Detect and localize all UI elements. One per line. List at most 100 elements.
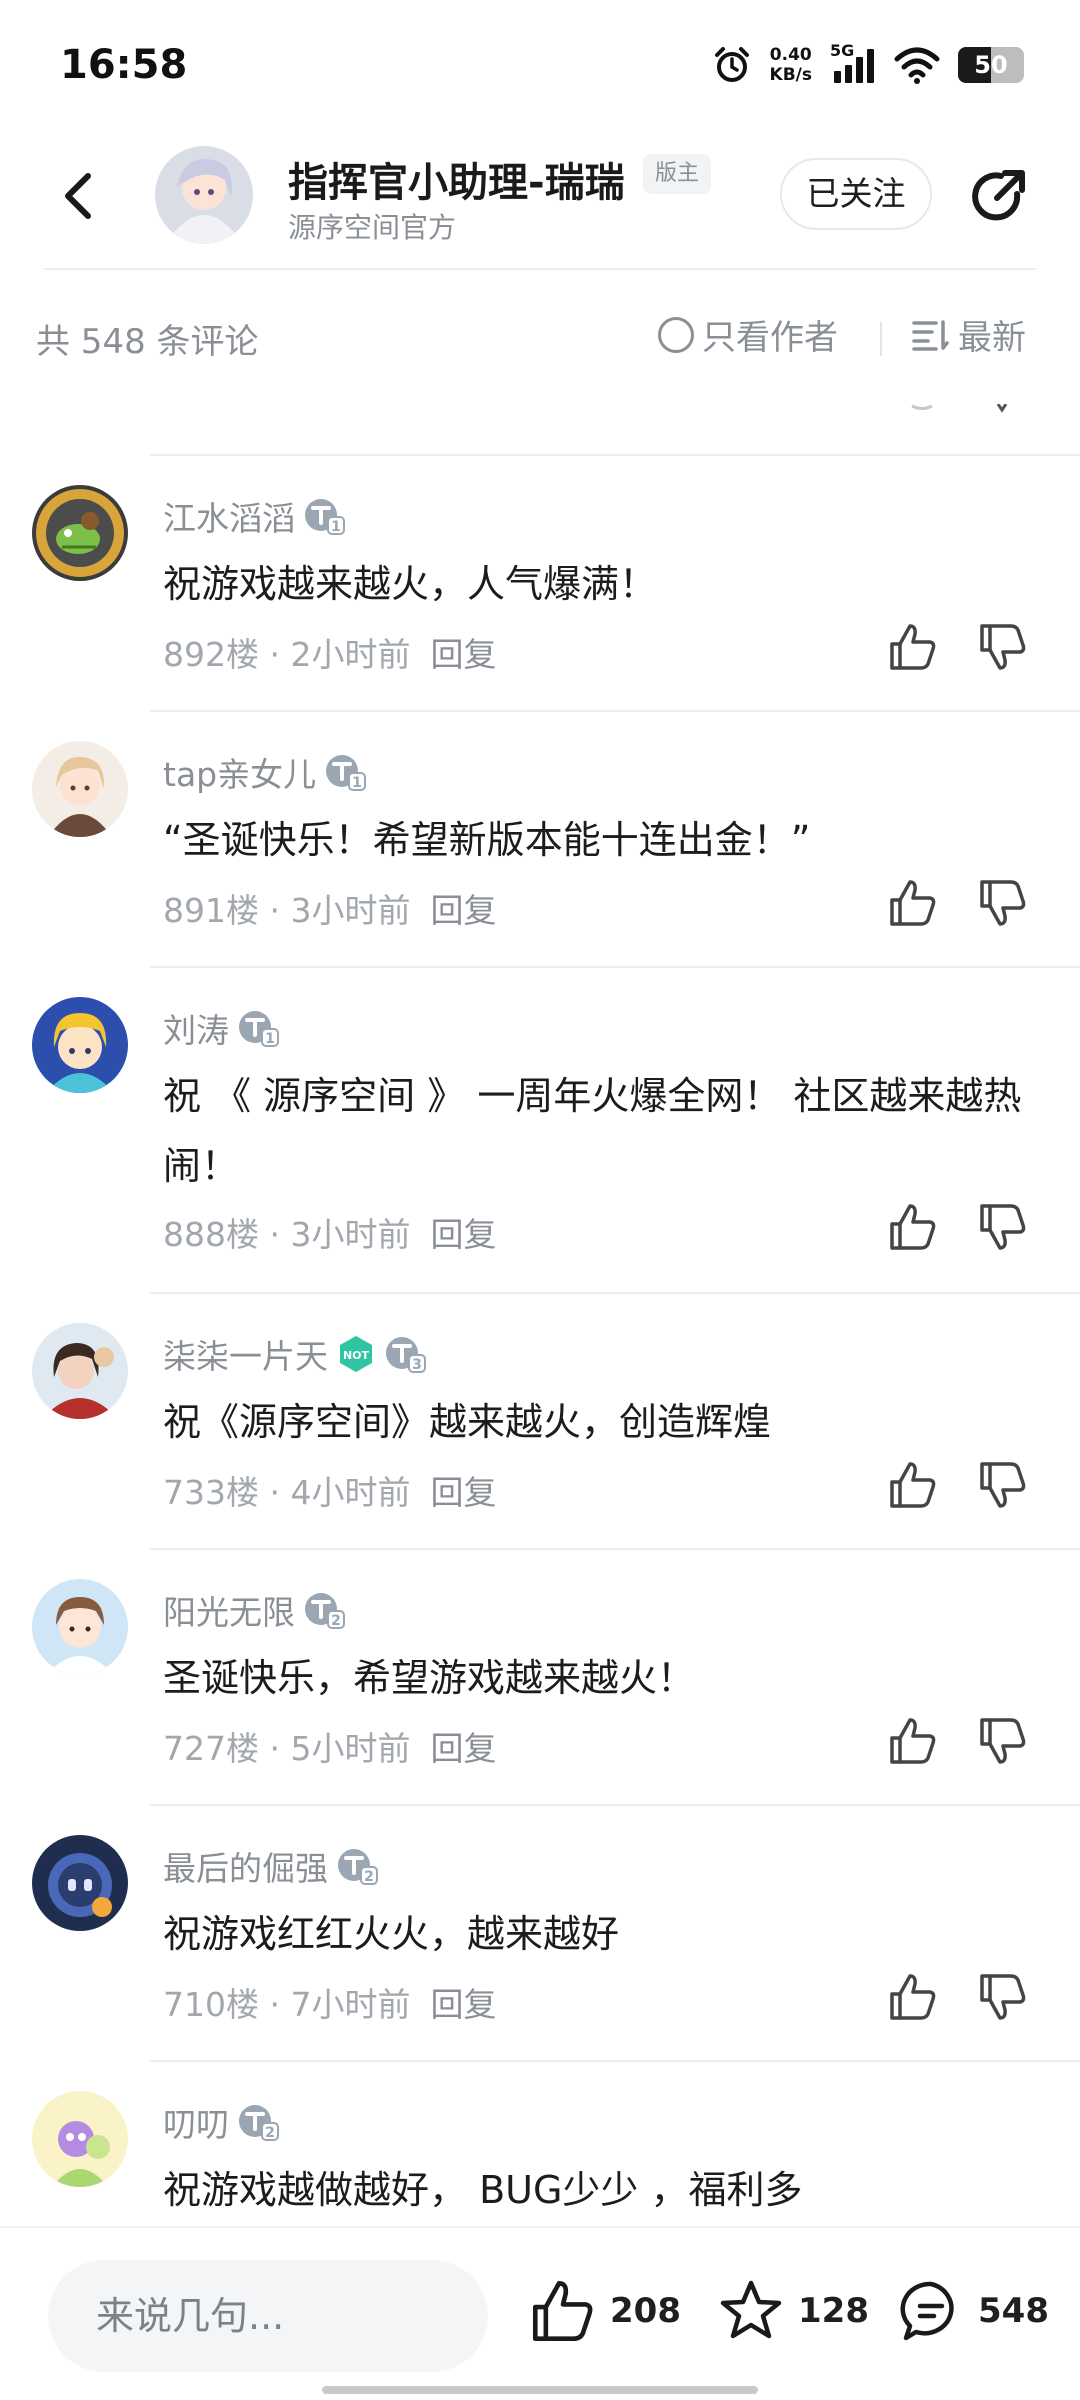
level-badge-icon: 2 [305,1593,345,1629]
comment-avatar[interactable] [32,2091,128,2187]
comment-floor-time: 891楼 · 3小时前 [163,891,411,930]
level-badge-icon: 1 [326,755,367,791]
comment-item: tap亲女儿 1 “圣诞快乐！希望新版本能十连出金！” 891楼 · 3小时前回… [0,726,1080,968]
reply-button[interactable]: 回复 [430,1985,496,2024]
comment-divider [150,710,1080,712]
comment-text: 祝《源序空间》越来越火，创造辉煌 [163,1400,772,1444]
author-avatar[interactable] [155,146,253,244]
comment-avatar[interactable] [32,741,128,837]
share-icon[interactable] [965,164,1031,230]
comment-meta: 733楼 · 4小时前 回复 [163,1466,496,1514]
comment-username[interactable]: 阳光无限 2 [163,1586,345,1634]
comment-meta: 727楼 · 5小时前 回复 [163,1722,496,1770]
reply-button[interactable]: 回复 [430,891,496,930]
comment-username[interactable]: 江水滔滔 1 [163,492,345,540]
comment-avatar[interactable] [32,1835,128,1931]
follow-button[interactable]: 已关注 [780,158,932,230]
level-number: 3 [412,1357,422,1373]
comment-text: 祝游戏越来越火，人气爆满！ [163,562,658,606]
comment-count: 共 548 条评论 [36,322,259,362]
thumbs-down-icon[interactable] [978,1460,1028,1510]
level-badge-icon: 3 [386,1337,426,1373]
comment-meta: 891楼 · 3小时前 回复 [163,884,496,932]
only-author-label: 只看作者 [702,318,838,358]
toolbar-separator [880,322,882,356]
comment-username-text[interactable]: 柒柒一片天 [163,1330,328,1378]
sort-label: 最新 [958,318,1026,358]
comment-username-text[interactable]: 阳光无限 [163,1586,295,1634]
thumbs-up-icon[interactable] [888,1716,938,1766]
comment-text: “圣诞快乐！希望新版本能十连出金！” [163,818,811,862]
only-author-toggle[interactable]: 只看作者 [658,310,838,359]
comment-meta: 888楼 · 3小时前 回复 [163,1208,496,1256]
comment-username[interactable]: 刘涛 1 [163,1004,279,1052]
comment-floor-time: 892楼 · 2小时前 [163,635,411,674]
comment-username-text[interactable]: tap亲女儿 [163,748,316,796]
thumbs-up-icon[interactable] [888,622,938,672]
favorite-button[interactable]: 128 [718,2278,869,2344]
comment-input[interactable]: 来说几句... [48,2260,488,2372]
home-indicator[interactable] [322,2386,758,2394]
thumbs-up-icon[interactable] [888,1460,938,1510]
comment-username-text[interactable]: 江水滔滔 [163,492,295,540]
header-divider [44,268,1036,270]
level-badge-icon: 2 [239,2105,279,2141]
thumbs-down-icon[interactable] [978,622,1028,672]
thumbs-up-icon[interactable] [888,1202,938,1252]
not-badge-icon: NOT [340,1336,372,1372]
thumbs-down-icon[interactable] [978,1972,1028,2022]
battery-level: 50 [974,51,1008,79]
comment-avatar[interactable] [32,1323,128,1419]
comment-username-text[interactable]: 最后的倔强 [163,1842,328,1890]
comment-floor-time: 888楼 · 3小时前 [163,1215,411,1254]
back-arrow-icon[interactable] [52,168,108,224]
level-number: 2 [331,1613,341,1629]
comment-username[interactable]: tap亲女儿 1 [163,748,367,796]
comment-divider [150,2060,1080,2062]
comment-item: 最后的倔强 2 祝游戏红红火火，越来越好 710楼 · 7小时前 回复 [0,1820,1080,2062]
not-badge-text: NOT [343,1349,370,1362]
author-name[interactable]: 指挥官小助理-瑞瑞 [288,150,625,208]
comment-meta: 892楼 · 2小时前 回复 [163,628,496,676]
comment-avatar[interactable] [32,485,128,581]
level-number: 1 [265,1031,275,1047]
reply-button[interactable]: 回复 [430,1215,496,1254]
network-speed-unit: KB/s [769,65,812,85]
comment-divider [150,966,1080,968]
alarm-icon [714,47,749,82]
sort-button[interactable]: 最新 [912,310,1026,359]
thumbs-down-icon[interactable] [978,878,1028,928]
post-comments-page: 16:58 0.40 KB/s 5G 50 指挥官小助理-瑞瑞 版主 源序空间官… [0,0,1080,2400]
level-badge-icon: 1 [305,499,345,535]
reply-button[interactable]: 回复 [430,1473,496,1512]
thumbs-up-icon[interactable] [888,1972,938,2022]
like-post-button[interactable]: 208 [530,2278,681,2344]
favorite-count: 128 [798,2291,869,2331]
comment-username-text[interactable]: 刘涛 [163,1004,229,1052]
comment-floor-time: 727楼 · 5小时前 [163,1729,411,1768]
level-number: 2 [364,1869,374,1885]
comments-button[interactable]: 548 [898,2278,1049,2344]
comment-username[interactable]: 柒柒一片天 NOT 3 [163,1330,426,1378]
thumbs-down-icon[interactable] [978,1202,1028,1252]
network-speed-value: 0.40 [769,45,812,65]
comment-username[interactable]: 最后的倔强 2 [163,1842,378,1890]
level-number: 1 [331,519,341,535]
comment-avatar[interactable] [32,1579,128,1675]
reply-button[interactable]: 回复 [430,635,496,674]
star-icon [720,2280,782,2339]
radio-circle-icon[interactable] [658,316,694,353]
comment-text: 祝游戏红红火火，越来越好 [163,1912,620,1956]
thumbs-up-icon [532,2280,593,2342]
comment-username[interactable]: 叨叨 2 [163,2098,279,2146]
comment-avatar[interactable] [32,997,128,1093]
wifi-icon [894,47,940,84]
thumbs-up-icon[interactable] [888,878,938,928]
comment-floor-time: 733楼 · 4小时前 [163,1473,411,1512]
comment-username-text[interactable]: 叨叨 [163,2098,229,2146]
comment-item: 阳光无限 2 圣诞快乐，希望游戏越来越火！ 727楼 · 5小时前 回复 [0,1564,1080,1806]
reply-button[interactable]: 回复 [430,1729,496,1768]
battery-icon: 50 [958,47,1024,83]
thumbs-down-icon[interactable] [978,1716,1028,1766]
status-bar: 16:58 0.40 KB/s 5G 50 [0,0,1080,130]
